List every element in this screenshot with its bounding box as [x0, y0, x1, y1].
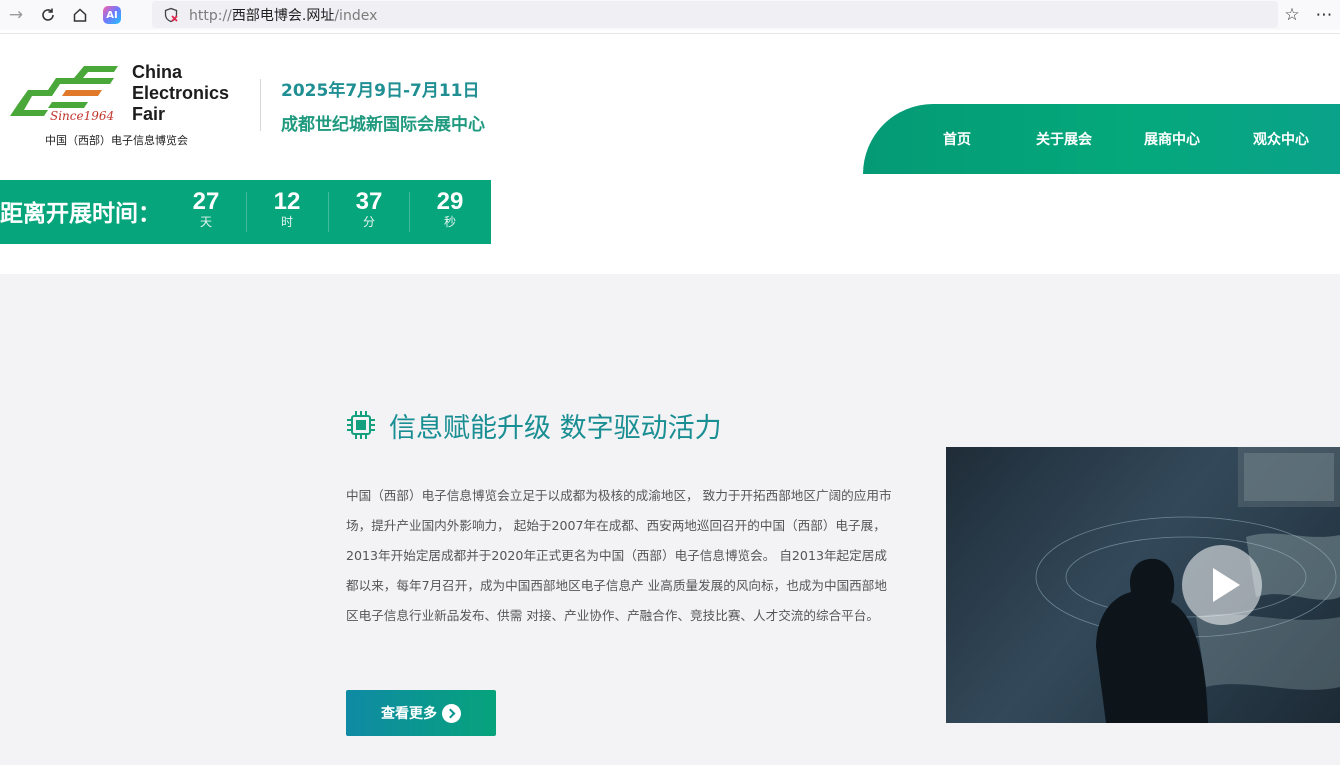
event-venue: 成都世纪城新国际会展中心 [281, 115, 485, 135]
url-text[interactable]: http://西部电博会.网址/index [189, 5, 377, 25]
logo-chinese-name: 中国（西部）电子信息博览会 [45, 134, 188, 147]
header-divider [260, 79, 261, 131]
play-icon[interactable] [1182, 545, 1262, 625]
event-date: 2025年7月9日-7月11日 [281, 81, 480, 101]
countdown-bar: 距离开展时间： 27 天 12 时 37 分 29 秒 [0, 180, 491, 244]
ai-icon[interactable]: AI [103, 6, 121, 24]
logo-since: Since1964 [50, 109, 115, 123]
countdown-days: 27 天 [192, 188, 220, 230]
shield-icon[interactable] [163, 7, 179, 23]
countdown-hours: 12 时 [273, 188, 301, 230]
nav-item-visitors[interactable]: 观众中心 [1253, 104, 1309, 174]
forward-icon[interactable]: → [0, 0, 32, 30]
logo-english: China Electronics Fair [132, 62, 230, 124]
main-nav: 首页 关于展会 展商中心 观众中心 [863, 104, 1340, 174]
intro-video[interactable] [946, 447, 1340, 723]
divider [0, 33, 1340, 34]
countdown-minutes: 37 分 [355, 188, 383, 230]
site-logo[interactable]: Since1964 China Electronics Fair 中国（西部）电… [8, 62, 248, 147]
browser-actions: ☆ ⋯ [1276, 0, 1340, 30]
chevron-right-icon [442, 703, 461, 723]
reload-icon[interactable] [32, 0, 64, 30]
nav-item-exhibitors[interactable]: 展商中心 [1144, 104, 1200, 174]
view-more-button[interactable]: 查看更多 [346, 690, 496, 736]
video-thumbnail [1035, 447, 1340, 723]
countdown-seconds: 29 秒 [436, 188, 464, 230]
intro-headline: 信息赋能升级 数字驱动活力 [389, 413, 722, 444]
countdown-label: 距离开展时间： [0, 201, 161, 227]
address-bar[interactable]: http://西部电博会.网址/index [152, 1, 1278, 28]
nav-item-about[interactable]: 关于展会 [1036, 104, 1092, 174]
intro-paragraph: 中国（西部）电子信息博览会立足于以成都为极核的成渝地区， 致力于开拓西部地区广阔… [346, 488, 892, 623]
more-icon[interactable]: ⋯ [1308, 5, 1340, 25]
star-icon[interactable]: ☆ [1276, 5, 1308, 25]
nav-item-home[interactable]: 首页 [943, 104, 971, 174]
chip-icon [347, 411, 375, 439]
home-icon[interactable] [64, 0, 96, 30]
